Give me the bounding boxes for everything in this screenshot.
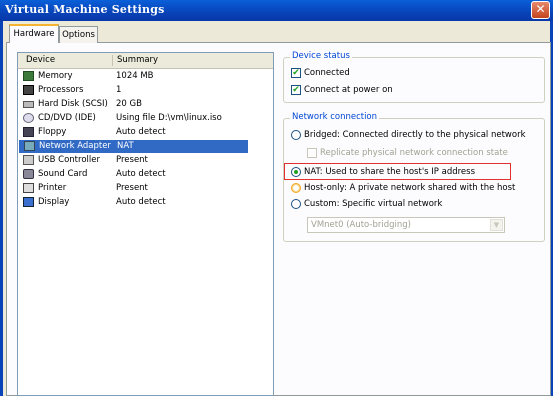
device-list[interactable]: Device Summary Memory 1024 MB Processors…: [17, 52, 274, 396]
device-name: Floppy: [38, 127, 67, 137]
device-summary: 20 GB: [116, 99, 142, 109]
usb-icon: [23, 155, 34, 165]
device-row-sound-card[interactable]: Sound Card Auto detect: [18, 168, 273, 181]
connect-at-power-on-checkbox[interactable]: ✔: [291, 85, 301, 95]
custom-radio[interactable]: [291, 199, 301, 209]
host-only-label[interactable]: Host-only: A private network shared with…: [304, 183, 515, 193]
device-summary: 1024 MB: [116, 71, 154, 81]
device-row-network-adapter[interactable]: Network Adapter NAT: [19, 140, 248, 153]
column-header-device[interactable]: Device: [26, 55, 55, 65]
network-connection-label: Network connection: [290, 112, 380, 122]
connected-checkbox[interactable]: ✔: [291, 68, 301, 78]
title-bar: Virtual Machine Settings ✕: [0, 0, 553, 21]
device-name: Display: [38, 197, 70, 207]
bridged-radio[interactable]: [291, 130, 301, 140]
device-summary: Present: [116, 155, 148, 165]
device-summary: Present: [116, 183, 148, 193]
device-row-cd-dvd[interactable]: CD/DVD (IDE) Using file D:\vm\linux.iso: [18, 112, 273, 125]
device-summary: NAT: [117, 141, 134, 151]
floppy-icon: [23, 127, 34, 137]
monitor-icon: [23, 197, 34, 207]
bridged-label[interactable]: Bridged: Connected directly to the physi…: [304, 130, 526, 140]
connected-label[interactable]: Connected: [304, 68, 350, 78]
hard-disk-icon: [23, 101, 34, 108]
close-button[interactable]: ✕: [531, 1, 550, 19]
device-row-hard-disk[interactable]: Hard Disk (SCSI) 20 GB: [18, 98, 273, 111]
host-only-radio[interactable]: [291, 183, 301, 193]
device-summary: Auto detect: [116, 197, 166, 207]
vmnet-select[interactable]: VMnet0 (Auto-bridging) ▼: [307, 217, 505, 233]
column-separator[interactable]: [112, 55, 113, 66]
device-summary: Using file D:\vm\linux.iso: [116, 113, 222, 123]
nat-label[interactable]: NAT: Used to share the host's IP address: [304, 167, 475, 177]
connect-at-power-on-label[interactable]: Connect at power on: [304, 85, 393, 95]
device-summary: 1: [116, 85, 122, 95]
cd-dvd-icon: [23, 113, 34, 123]
device-row-printer[interactable]: Printer Present: [18, 182, 273, 195]
vmnet-select-value: VMnet0 (Auto-bridging): [311, 220, 411, 230]
printer-icon: [23, 183, 34, 193]
tab-options-label: Options: [62, 30, 95, 40]
device-status-label: Device status: [290, 51, 352, 61]
list-header: Device Summary: [18, 53, 273, 69]
device-summary: Auto detect: [116, 169, 166, 179]
column-header-summary[interactable]: Summary: [117, 55, 158, 65]
device-name: USB Controller: [38, 155, 100, 165]
device-status-group: Device status: [283, 51, 545, 103]
device-row-display[interactable]: Display Auto detect: [18, 196, 273, 209]
nat-radio[interactable]: [291, 167, 301, 177]
chevron-down-icon[interactable]: ▼: [490, 219, 503, 231]
speaker-icon: [23, 169, 34, 179]
device-name: Hard Disk (SCSI): [38, 99, 108, 109]
window-title: Virtual Machine Settings: [5, 3, 165, 16]
network-adapter-icon: [24, 141, 35, 151]
device-name: Processors: [38, 85, 84, 95]
tab-hardware[interactable]: Hardware: [9, 24, 59, 43]
device-name: Memory: [38, 71, 73, 81]
device-row-memory[interactable]: Memory 1024 MB: [18, 70, 273, 83]
device-row-usb-controller[interactable]: USB Controller Present: [18, 154, 273, 167]
device-row-processors[interactable]: Processors 1: [18, 84, 273, 97]
device-name: Network Adapter: [39, 141, 111, 151]
tab-options[interactable]: Options: [59, 26, 98, 43]
custom-label[interactable]: Custom: Specific virtual network: [304, 199, 442, 209]
device-name: Sound Card: [38, 169, 88, 179]
close-icon: ✕: [535, 2, 546, 16]
device-name: Printer: [38, 183, 67, 193]
device-summary: Auto detect: [116, 127, 166, 137]
device-row-floppy[interactable]: Floppy Auto detect: [18, 126, 273, 139]
tab-hardware-label: Hardware: [13, 29, 55, 39]
memory-icon: [23, 71, 34, 81]
replicate-state-checkbox[interactable]: [307, 148, 317, 158]
replicate-state-label[interactable]: Replicate physical network connection st…: [320, 148, 508, 158]
processor-icon: [23, 85, 34, 95]
device-name: CD/DVD (IDE): [38, 113, 96, 123]
